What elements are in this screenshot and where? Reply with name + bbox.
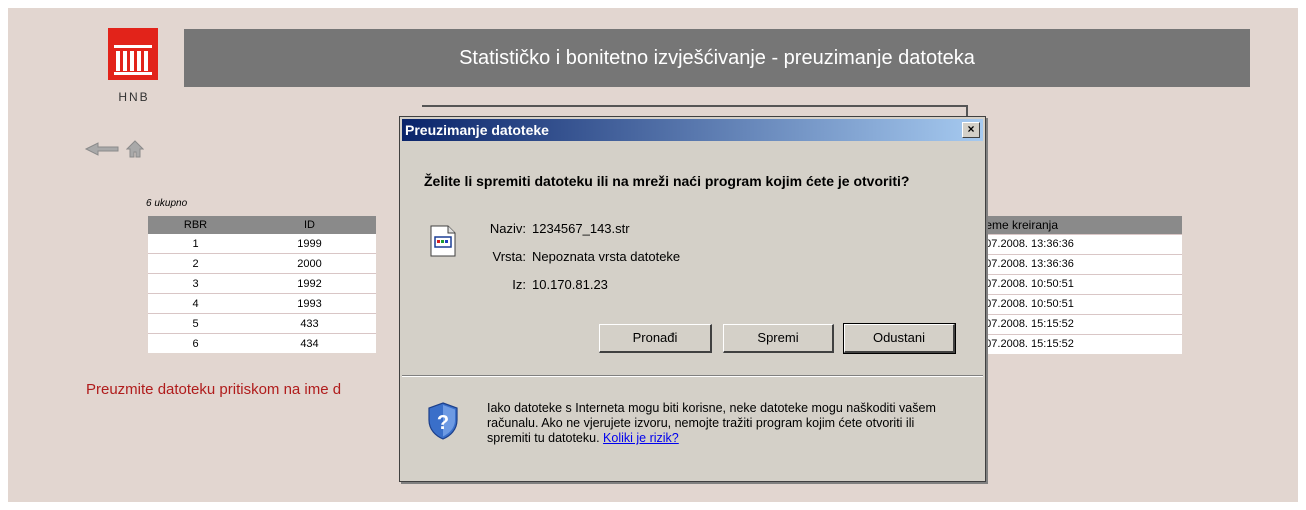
table-row[interactable]: 2 2000: [148, 253, 376, 274]
risk-link[interactable]: Koliki je rizik?: [603, 431, 679, 445]
nav-bar: [84, 140, 145, 163]
rbr-cell: 3: [148, 273, 243, 294]
cancel-button[interactable]: Odustani: [843, 323, 956, 354]
id-cell: 434: [243, 333, 376, 353]
home-icon[interactable]: [126, 140, 145, 163]
file-type-value: Nepoznata vrsta datoteke: [532, 249, 681, 264]
time-cell: 6.07.2008. 10:50:51: [974, 274, 1182, 294]
page-background: HNB Statističko i bonitetno izvješćivanj…: [8, 8, 1298, 502]
file-source-row: Iz: 10.170.81.23: [456, 277, 608, 292]
column-header-id: ID: [243, 216, 376, 234]
dialog-titlebar[interactable]: Preuzimanje datoteke ×: [402, 119, 983, 141]
security-warning: Iako datoteke s Interneta mogu biti kori…: [487, 401, 957, 446]
id-cell: 1993: [243, 293, 376, 314]
column-header-rbr: RBR: [148, 216, 243, 234]
download-hint: Preuzmite datoteku pritiskom na ime d: [86, 381, 342, 398]
file-type-icon: [430, 225, 456, 262]
file-type-row: Vrsta: Nepoznata vrsta datoteke: [456, 249, 681, 264]
table-row[interactable]: 1 1999: [148, 234, 376, 254]
rbr-cell: 5: [148, 313, 243, 334]
rbr-cell: 4: [148, 293, 243, 314]
time-column: rijeme kreiranja 6.07.2008. 13:36:36 6.0…: [974, 216, 1182, 354]
file-table: RBR ID 1 1999 2 2000 3 1992 4 1993 5 433 6 434: [148, 216, 376, 353]
total-count: 6 ukupno: [146, 198, 188, 209]
table-row[interactable]: 4 1993: [148, 293, 376, 314]
time-cell: 0.07.2008. 15:15:52: [974, 314, 1182, 334]
time-cell: 6.07.2008. 10:50:51: [974, 294, 1182, 314]
download-dialog: Preuzimanje datoteke × Želite li spremit…: [399, 116, 986, 482]
file-source-value: 10.170.81.23: [532, 277, 608, 292]
id-cell: 2000: [243, 253, 376, 274]
time-cell: 0.07.2008. 15:15:52: [974, 334, 1182, 354]
dialog-separator: [402, 375, 983, 377]
id-cell: 1999: [243, 234, 376, 254]
rbr-cell: 2: [148, 253, 243, 274]
dialog-question: Želite li spremiti datoteku ili na mreži…: [424, 173, 910, 189]
security-warning-text: Iako datoteke s Interneta mogu biti kori…: [487, 401, 936, 445]
time-cell: 6.07.2008. 13:36:36: [974, 254, 1182, 274]
id-cell: 433: [243, 313, 376, 334]
page-title: Statističko i bonitetno izvješćivanje - …: [184, 29, 1250, 87]
save-button[interactable]: Spremi: [723, 324, 834, 353]
hnb-logo: [108, 28, 158, 80]
table-row[interactable]: 6 434: [148, 333, 376, 353]
dialog-title: Preuzimanje datoteke: [405, 122, 549, 138]
close-icon[interactable]: ×: [962, 122, 980, 138]
rbr-cell: 6: [148, 333, 243, 353]
file-type-label: Vrsta:: [492, 249, 526, 264]
time-cell: 6.07.2008. 13:36:36: [974, 234, 1182, 254]
table-row[interactable]: 3 1992: [148, 273, 376, 294]
file-name-label: Naziv:: [489, 221, 526, 236]
svg-text:?: ?: [437, 412, 449, 434]
column-header-time: rijeme kreiranja: [974, 216, 1182, 234]
security-shield-icon: ?: [428, 402, 458, 445]
file-name-value: 1234567_143.str: [532, 221, 630, 236]
file-name-row: Naziv: 1234567_143.str: [456, 221, 630, 236]
rbr-cell: 1: [148, 234, 243, 254]
table-row[interactable]: 5 433: [148, 313, 376, 334]
id-cell: 1992: [243, 273, 376, 294]
arrow-left-icon[interactable]: [84, 141, 120, 162]
logo-text: HNB: [118, 90, 150, 104]
find-button[interactable]: Pronađi: [599, 324, 712, 353]
file-source-label: Iz:: [512, 277, 526, 292]
